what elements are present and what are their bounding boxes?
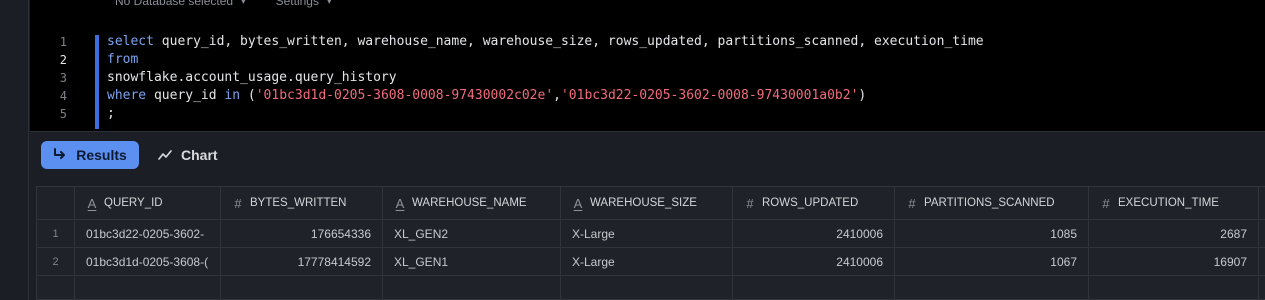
table-cell[interactable]: 2410006	[733, 220, 895, 247]
code-text: ,	[553, 88, 561, 103]
code-text: (	[240, 88, 256, 103]
database-selector[interactable]: No Database selected ▾	[115, 0, 246, 9]
column-header-label: ROWS_UPDATED	[762, 197, 859, 209]
row-index: 2	[37, 248, 75, 275]
line-number: 3	[59, 71, 67, 85]
text-type-icon: A	[87, 195, 97, 211]
row-index: 1	[37, 220, 75, 247]
settings-selector-label: Settings	[275, 0, 319, 8]
code-keyword: from	[107, 52, 139, 67]
column-header-label: WAREHOUSE_NAME	[412, 197, 527, 209]
column-header[interactable]: A WAREHOUSE_NAME	[383, 187, 561, 219]
empty-cell	[221, 276, 383, 300]
line-number-gutter: 1 2 3 4 5	[30, 33, 95, 123]
table-cell[interactable]: XL_GEN2	[383, 220, 561, 247]
table-cell[interactable]: XL_GEN1	[383, 248, 561, 275]
table-cell[interactable]: 16907	[1089, 248, 1259, 275]
code-line: where query_id in ('01bc3d1d-0205-3608-0…	[107, 87, 984, 105]
empty-cell	[75, 276, 221, 300]
chevron-down-icon: ▾	[241, 0, 246, 6]
results-grid: A QUERY_ID # BYTES_WRITTEN A WAREHOUSE_NAME A W…	[36, 186, 1265, 300]
table-cell[interactable]: X-Large	[561, 220, 733, 247]
table-header-row: A QUERY_ID # BYTES_WRITTEN A WAREHOUSE_NAME A W…	[37, 187, 1265, 220]
settings-selector[interactable]: Settings ▾	[276, 0, 332, 9]
results-tab-button[interactable]: Results	[41, 141, 139, 169]
column-header-label: WAREHOUSE_SIZE	[590, 197, 697, 209]
code-text: ;	[107, 106, 115, 121]
column-header-label: EXECUTION_TIME	[1118, 197, 1219, 209]
empty-cell	[383, 276, 561, 300]
number-type-icon: #	[1102, 195, 1110, 211]
column-header-label: QUERY_ID	[104, 197, 163, 209]
table-row[interactable]: 1 01bc3d22-0205-3602- 176654336 XL_GEN2 X-La…	[37, 220, 1265, 248]
empty-cell	[561, 276, 733, 300]
chart-tab-button[interactable]: Chart	[158, 141, 218, 169]
column-header[interactable]: A WAREHOUSE_SIZE	[561, 187, 733, 219]
line-chart-icon	[158, 150, 172, 160]
editor-context-bar: No Database selected ▾ Settings ▾	[115, 0, 332, 9]
code-keyword: where	[107, 88, 147, 103]
text-type-icon: A	[395, 195, 405, 211]
line-number: 5	[59, 107, 67, 121]
column-header[interactable]: A QUERY_ID	[75, 187, 221, 219]
code-line: snowflake.account_usage.query_history	[107, 69, 984, 87]
column-header[interactable]: # PARTITIONS_SCANNED	[895, 187, 1089, 219]
code-text: )	[858, 88, 867, 103]
table-cell[interactable]: 2410006	[733, 248, 895, 275]
left-rail	[0, 0, 29, 300]
app-window: No Database selected ▾ Settings ▾ 12345 …	[0, 0, 1265, 300]
empty-cell	[733, 276, 895, 300]
number-type-icon: #	[234, 195, 242, 211]
results-tab-label: Results	[76, 147, 127, 163]
line-number: 1	[59, 35, 67, 49]
table-cell[interactable]: 1067	[895, 248, 1089, 275]
table-cell[interactable]: 01bc3d1d-0205-3608-(	[75, 248, 221, 275]
number-type-icon: #	[746, 195, 754, 211]
code-keyword: in	[224, 88, 241, 103]
results-toolbar: Results Chart	[30, 131, 1265, 178]
column-header[interactable]: # EXECUTION_TIME	[1089, 187, 1259, 219]
code-keyword: select	[107, 34, 154, 49]
empty-cell	[1089, 276, 1259, 300]
code-text: query_id, bytes_written, warehouse_name,…	[153, 34, 984, 49]
code-content[interactable]: select query_id, bytes_written, warehous…	[107, 33, 984, 123]
code-text: snowflake.account_usage.query_history	[107, 70, 397, 85]
code-text: query_id	[146, 88, 225, 103]
column-header-label: PARTITIONS_SCANNED	[924, 197, 1055, 209]
empty-cell	[895, 276, 1089, 300]
table-row[interactable]: 2 01bc3d1d-0205-3608-(17778414592 XL_GEN1 X…	[37, 248, 1265, 276]
chart-tab-label: Chart	[181, 147, 218, 163]
active-block-indicator	[95, 35, 99, 129]
table-cell[interactable]: 2687	[1089, 220, 1259, 247]
line-number: 2	[59, 53, 67, 67]
code-line: from	[107, 51, 984, 69]
table-cell[interactable]: 17778414592	[221, 248, 383, 275]
number-type-icon: #	[908, 195, 916, 211]
code-line: ;	[107, 105, 984, 123]
table-cell[interactable]: 1085	[895, 220, 1089, 247]
table-cell[interactable]: 176654336	[221, 220, 383, 247]
code-line: select query_id, bytes_written, warehous…	[107, 33, 984, 51]
column-header[interactable]: # BYTES_WRITTEN	[221, 187, 383, 219]
code-string: '01bc3d22-0205-3602-0008-97430001a0b2'	[560, 88, 859, 103]
empty-row	[37, 276, 1265, 300]
line-number: 4	[59, 89, 67, 103]
return-arrow-icon	[54, 148, 66, 159]
sql-editor[interactable]: No Database selected ▾ Settings ▾ 12345 …	[30, 0, 1265, 131]
text-type-icon: A	[573, 195, 583, 211]
empty-cell	[37, 276, 75, 300]
chevron-down-icon: ▾	[326, 0, 332, 6]
code-string: '01bc3d1d-0205-3608-0008-97430002c02e'	[255, 88, 554, 103]
column-header[interactable]: # ROWS_UPDATED	[733, 187, 895, 219]
row-index-header	[37, 187, 75, 219]
database-selector-label: No Database selected	[115, 0, 234, 8]
column-header-label: BYTES_WRITTEN	[250, 197, 347, 209]
table-cell[interactable]: X-Large	[561, 248, 733, 275]
table-cell[interactable]: 01bc3d22-0205-3602-	[75, 220, 221, 247]
